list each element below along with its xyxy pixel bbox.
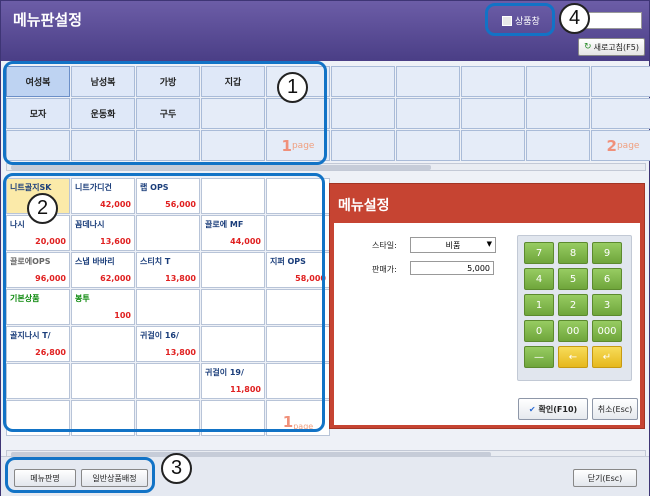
style-label: 스타일: (372, 241, 397, 250)
category-cell-empty[interactable] (461, 130, 525, 161)
style-select[interactable]: 비품 ▼ (410, 237, 496, 253)
category-cell-empty[interactable] (461, 66, 525, 97)
price-label: 판매가: (372, 265, 397, 274)
key-2[interactable]: 2 (558, 294, 588, 316)
page-suffix: page (616, 140, 640, 151)
key-7[interactable]: 7 (524, 242, 554, 264)
annotation-box-4 (485, 3, 555, 36)
scrollbar-thumb[interactable] (11, 165, 431, 170)
key-5[interactable]: 5 (558, 268, 588, 290)
category-cell-empty[interactable] (331, 130, 395, 161)
key-000[interactable]: 000 (592, 320, 622, 342)
menu-board-settings-window: 메뉴판설정 상품창 ↻ 새로고침(F5) 여성복 남성복 가방 지갑 모자 운동… (0, 0, 650, 496)
key-3[interactable]: 3 (592, 294, 622, 316)
close-button[interactable]: 닫기(Esc) (573, 469, 637, 487)
category-cell-empty[interactable] (526, 130, 590, 161)
key-1[interactable]: 1 (524, 294, 554, 316)
menu-settings-title: 메뉴설정 (338, 198, 390, 214)
style-select-value: 비품 (445, 240, 461, 250)
category-cell-empty[interactable] (396, 66, 460, 97)
annotation-number-1: 1 (277, 72, 308, 103)
backspace-key[interactable]: ← (558, 346, 588, 368)
enter-key[interactable]: ↵ (592, 346, 622, 368)
annotation-number-2: 2 (27, 193, 58, 224)
annotation-box-1 (3, 61, 327, 165)
price-input[interactable]: 5,000 (410, 261, 494, 275)
category-cell-empty[interactable] (396, 98, 460, 129)
refresh-button[interactable]: ↻ 새로고침(F5) (578, 38, 645, 56)
refresh-button-label: 새로고침(F5) (593, 42, 639, 52)
key-0[interactable]: 0 (524, 320, 554, 342)
keypad: 7 8 9 4 5 6 1 2 3 0 00 000 — ← ↵ (524, 242, 622, 368)
category-cell-empty[interactable] (526, 66, 590, 97)
menu-settings-body: 스타일: 비품 ▼ 판매가: 5,000 7 8 9 4 5 6 1 2 3 0 (334, 223, 640, 425)
category-cell-empty[interactable] (526, 98, 590, 129)
menu-settings-panel: 메뉴설정 스타일: 비품 ▼ 판매가: 5,000 7 8 9 4 5 6 1 … (329, 183, 645, 429)
key-00[interactable]: 00 (558, 320, 588, 342)
confirm-button-label: 확인(F10) (538, 404, 578, 414)
key-4[interactable]: 4 (524, 268, 554, 290)
confirm-button[interactable]: ✔ 확인(F10) (518, 398, 588, 420)
key-6[interactable]: 6 (592, 268, 622, 290)
category-cell-empty[interactable] (331, 98, 395, 129)
keypad-panel: 7 8 9 4 5 6 1 2 3 0 00 000 — ← ↵ (517, 235, 632, 381)
key-minus[interactable]: — (524, 346, 554, 368)
cancel-button[interactable]: 취소(Esc) (592, 398, 638, 420)
category-cell-empty[interactable] (331, 66, 395, 97)
category-cell-empty[interactable] (591, 66, 650, 97)
category-cell-empty[interactable] (461, 98, 525, 129)
annotation-box-3 (5, 457, 155, 493)
window-title: 메뉴판설정 (13, 11, 83, 29)
category-cell-empty[interactable] (396, 130, 460, 161)
chevron-down-icon: ▼ (486, 240, 492, 248)
key-9[interactable]: 9 (592, 242, 622, 264)
category-page-2[interactable]: 2 page (591, 130, 650, 161)
annotation-number-3: 3 (161, 453, 192, 484)
check-icon: ✔ (528, 404, 536, 414)
category-cell-empty[interactable] (591, 98, 650, 129)
title-search-input[interactable] (583, 12, 642, 29)
key-8[interactable]: 8 (558, 242, 588, 264)
annotation-number-4: 4 (559, 3, 590, 34)
refresh-icon: ↻ (584, 42, 592, 52)
page-number: 2 (606, 136, 617, 155)
